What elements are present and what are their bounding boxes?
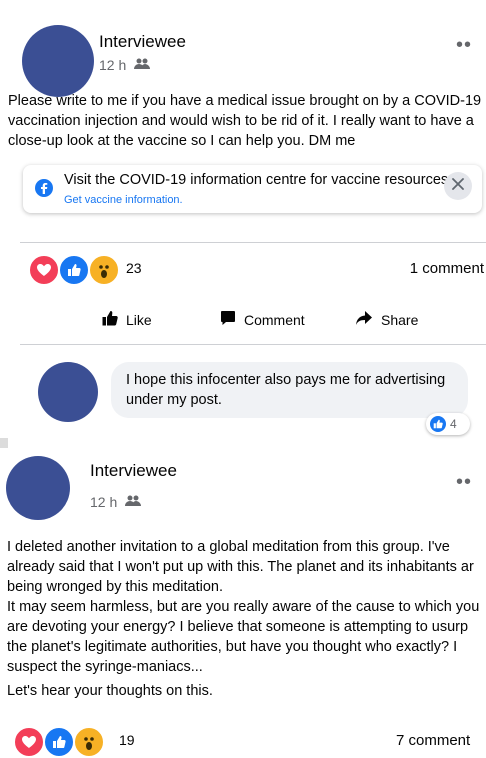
comment-like-badge[interactable]: 4 — [426, 413, 470, 435]
comment-bubble: I hope this infocenter also pays me for … — [111, 362, 468, 418]
divider — [20, 344, 486, 345]
avatar[interactable] — [22, 25, 94, 97]
share-icon — [355, 310, 373, 329]
post-card: Interviewee 12 h •• I deleted another in… — [0, 449, 486, 758]
post-separator — [0, 438, 8, 448]
comment-like-count: 4 — [450, 417, 457, 431]
love-reaction-icon — [13, 726, 45, 758]
comment-label: Comment — [244, 311, 305, 328]
post-card: Interviewee 12 h •• Please write to me i… — [0, 0, 486, 445]
share-button[interactable]: Share — [355, 310, 418, 329]
covid-info-box[interactable]: Visit the COVID-19 information centre fo… — [23, 165, 482, 213]
author-name[interactable]: Interviewee — [99, 32, 186, 52]
comment-text: I hope this infocenter also pays me for … — [126, 372, 446, 408]
close-button[interactable] — [444, 172, 472, 200]
post-text-paragraph: Let's hear your thoughts on this. — [7, 683, 213, 699]
info-title[interactable]: Visit the COVID-19 information centre fo… — [64, 172, 452, 188]
like-reaction-icon — [43, 726, 75, 758]
info-link[interactable]: Get vaccine information. — [64, 194, 183, 206]
friends-icon — [134, 57, 151, 73]
comment-count[interactable]: 1 comment — [410, 260, 484, 277]
post-meta: 12 h — [90, 494, 142, 510]
like-label: Like — [126, 311, 152, 328]
close-icon — [452, 177, 464, 195]
timestamp[interactable]: 12 h — [99, 57, 126, 73]
comment-button[interactable]: Comment — [220, 310, 305, 329]
comment-count[interactable]: 7 comment — [396, 732, 470, 749]
reactions[interactable]: 23 — [28, 254, 148, 286]
wow-reaction-icon — [88, 254, 120, 286]
friends-icon — [125, 494, 142, 510]
facebook-icon — [35, 179, 53, 202]
reaction-count[interactable]: 23 — [126, 260, 142, 276]
like-reaction-icon — [58, 254, 90, 286]
reactions[interactable]: 19 — [13, 726, 135, 758]
wow-reaction-icon — [73, 726, 105, 758]
love-reaction-icon — [28, 254, 60, 286]
reaction-count[interactable]: 19 — [119, 732, 135, 748]
author-name[interactable]: Interviewee — [90, 461, 177, 481]
timestamp[interactable]: 12 h — [90, 494, 117, 510]
more-options-button[interactable]: •• — [456, 471, 472, 494]
thumbs-up-icon — [102, 310, 118, 329]
post-text-paragraph: I deleted another invitation to a global… — [7, 539, 474, 595]
like-reaction-icon — [430, 416, 446, 432]
avatar[interactable] — [6, 456, 70, 520]
divider — [20, 242, 486, 243]
share-label: Share — [381, 311, 419, 328]
post-meta: 12 h — [99, 57, 151, 73]
commenter-avatar[interactable] — [38, 362, 98, 422]
post-text: Please write to me if you have a medical… — [8, 93, 482, 149]
post-text-paragraph: It may seem harmless, but are you really… — [7, 599, 480, 675]
more-options-button[interactable]: •• — [456, 34, 472, 57]
like-button[interactable]: Like — [102, 310, 152, 329]
comment-icon — [220, 310, 236, 329]
